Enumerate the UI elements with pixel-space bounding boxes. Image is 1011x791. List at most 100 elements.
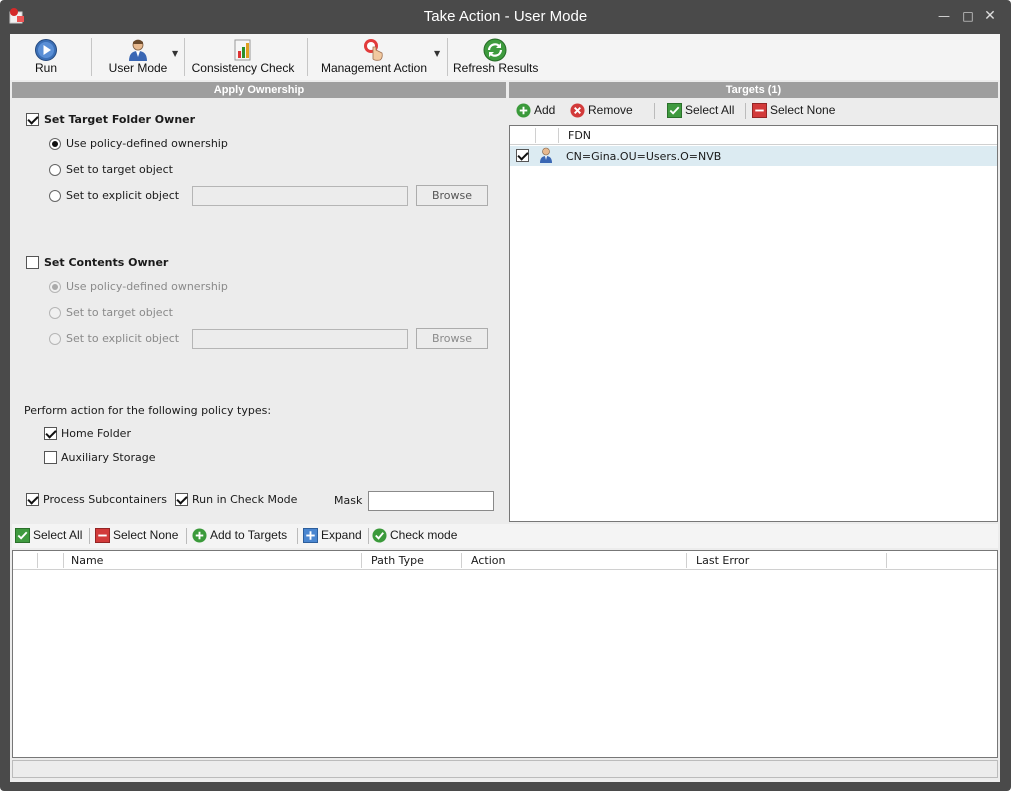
toolbar-separator (297, 528, 298, 544)
toolbar-separator (307, 38, 308, 76)
target-set-target-object-radio[interactable] (49, 164, 61, 176)
close-icon[interactable]: ✕ (983, 9, 997, 23)
targets-select-none-label: Select None (770, 103, 836, 117)
target-explicit-object-field[interactable] (192, 186, 408, 206)
toolbar-separator (447, 38, 448, 76)
user-icon (129, 39, 147, 61)
client-area: Run User Mode ▼ Consistency Check Manage… (10, 34, 1000, 782)
add-to-targets-button[interactable]: Add to Targets (192, 528, 292, 544)
user-icon (540, 147, 552, 163)
target-browse-button[interactable]: Browse (416, 185, 488, 206)
results-select-none-button[interactable]: Select None (95, 528, 181, 544)
management-action-dropdown-icon[interactable]: ▼ (434, 49, 440, 58)
remove-target-button[interactable]: Remove (570, 103, 640, 119)
column-separator (535, 128, 536, 143)
select-all-icon (15, 528, 30, 543)
user-mode-label: User Mode (108, 61, 168, 75)
check-mode-label: Check mode (390, 528, 458, 542)
toolbar-separator (184, 38, 185, 76)
set-target-folder-owner-checkbox[interactable] (26, 113, 39, 126)
process-subcontainers-checkbox[interactable] (26, 493, 39, 506)
column-separator (558, 128, 559, 143)
toolbar-separator (654, 103, 655, 119)
target-set-explicit-object-label: Set to explicit object (66, 189, 180, 202)
target-use-policy-radio[interactable] (49, 138, 61, 150)
run-button[interactable]: Run (26, 36, 66, 78)
mask-input[interactable] (368, 491, 494, 511)
contents-use-policy-radio[interactable] (49, 281, 61, 293)
column-separator (63, 553, 64, 568)
targets-select-all-button[interactable]: Select All (667, 103, 739, 119)
toolbar-separator (186, 528, 187, 544)
targets-panel: Targets (1) Add Remove Select All Select… (509, 82, 998, 522)
targets-toolbar: Add Remove Select All Select None (509, 99, 998, 123)
column-separator (37, 553, 38, 568)
user-mode-button[interactable]: User Mode (105, 36, 171, 78)
management-action-button[interactable]: Management Action (318, 36, 430, 78)
results-select-all-label: Select All (33, 528, 83, 542)
toolbar-separator (89, 528, 90, 544)
set-target-folder-owner-label: Set Target Folder Owner (44, 113, 196, 126)
run-in-check-mode-checkbox[interactable] (175, 493, 188, 506)
table-row[interactable]: CN=Gina.OU=Users.O=NVB (510, 146, 997, 166)
select-none-icon (95, 528, 110, 543)
run-label: Run (34, 61, 57, 75)
check-mode-button[interactable]: Check mode (372, 528, 462, 544)
contents-browse-button[interactable]: Browse (416, 328, 488, 349)
target-fdn-cell: CN=Gina.OU=Users.O=NVB (566, 150, 722, 163)
contents-set-explicit-object-radio[interactable] (49, 333, 61, 345)
refresh-icon (483, 38, 507, 62)
contents-explicit-object-field[interactable] (192, 329, 408, 349)
minimize-icon[interactable]: — (937, 9, 951, 23)
contents-use-policy-label: Use policy-defined ownership (66, 280, 228, 293)
fdn-column-header[interactable]: FDN (568, 129, 591, 142)
target-use-policy-label: Use policy-defined ownership (66, 137, 228, 150)
consistency-check-button[interactable]: Consistency Check (191, 36, 295, 78)
path-type-column-header[interactable]: Path Type (371, 554, 424, 567)
main-toolbar: Run User Mode ▼ Consistency Check Manage… (10, 34, 1000, 80)
contents-set-explicit-object-label: Set to explicit object (66, 332, 180, 345)
target-set-explicit-object-radio[interactable] (49, 190, 61, 202)
auxiliary-storage-checkbox[interactable] (44, 451, 57, 464)
contents-set-target-object-radio[interactable] (49, 307, 61, 319)
user-mode-dropdown-icon[interactable]: ▼ (172, 49, 178, 58)
mask-label: Mask (334, 494, 363, 507)
action-column-header[interactable]: Action (471, 554, 505, 567)
expand-label: Expand (321, 528, 362, 542)
add-icon (516, 103, 531, 118)
status-bar (12, 760, 998, 778)
target-row-checkbox[interactable] (516, 149, 529, 162)
refresh-results-button[interactable]: Refresh Results (453, 36, 539, 78)
refresh-results-label: Refresh Results (453, 61, 539, 75)
report-chart-icon (234, 39, 251, 61)
check-circle-icon (372, 528, 387, 543)
management-action-label: Management Action (320, 61, 428, 75)
auxiliary-storage-label: Auxiliary Storage (61, 451, 156, 464)
results-toolbar: Select All Select None Add to Targets Ex… (12, 524, 998, 548)
targets-select-all-label: Select All (685, 103, 735, 117)
add-to-targets-label: Add to Targets (210, 528, 288, 542)
last-error-column-header[interactable]: Last Error (696, 554, 749, 567)
add-target-label: Add (534, 103, 556, 117)
targets-select-none-button[interactable]: Select None (752, 103, 842, 119)
expand-icon (303, 528, 318, 543)
expand-button[interactable]: Expand (303, 528, 365, 544)
name-column-header[interactable]: Name (71, 554, 103, 567)
toolbar-separator (91, 38, 92, 76)
hand-pointer-icon (364, 39, 383, 61)
remove-icon (570, 103, 585, 118)
target-set-target-object-label: Set to target object (66, 163, 173, 176)
consistency-check-label: Consistency Check (191, 61, 295, 75)
toolbar-separator (368, 528, 369, 544)
results-select-none-label: Select None (113, 528, 179, 542)
results-select-all-button[interactable]: Select All (15, 528, 83, 544)
add-icon (192, 528, 207, 543)
run-in-check-mode-label: Run in Check Mode (192, 493, 298, 506)
set-contents-owner-checkbox[interactable] (26, 256, 39, 269)
home-folder-checkbox[interactable] (44, 427, 57, 440)
add-target-button[interactable]: Add (516, 103, 560, 119)
maximize-icon[interactable]: □ (961, 9, 975, 23)
column-separator (886, 553, 887, 568)
play-icon (35, 39, 57, 61)
select-all-icon (667, 103, 682, 118)
